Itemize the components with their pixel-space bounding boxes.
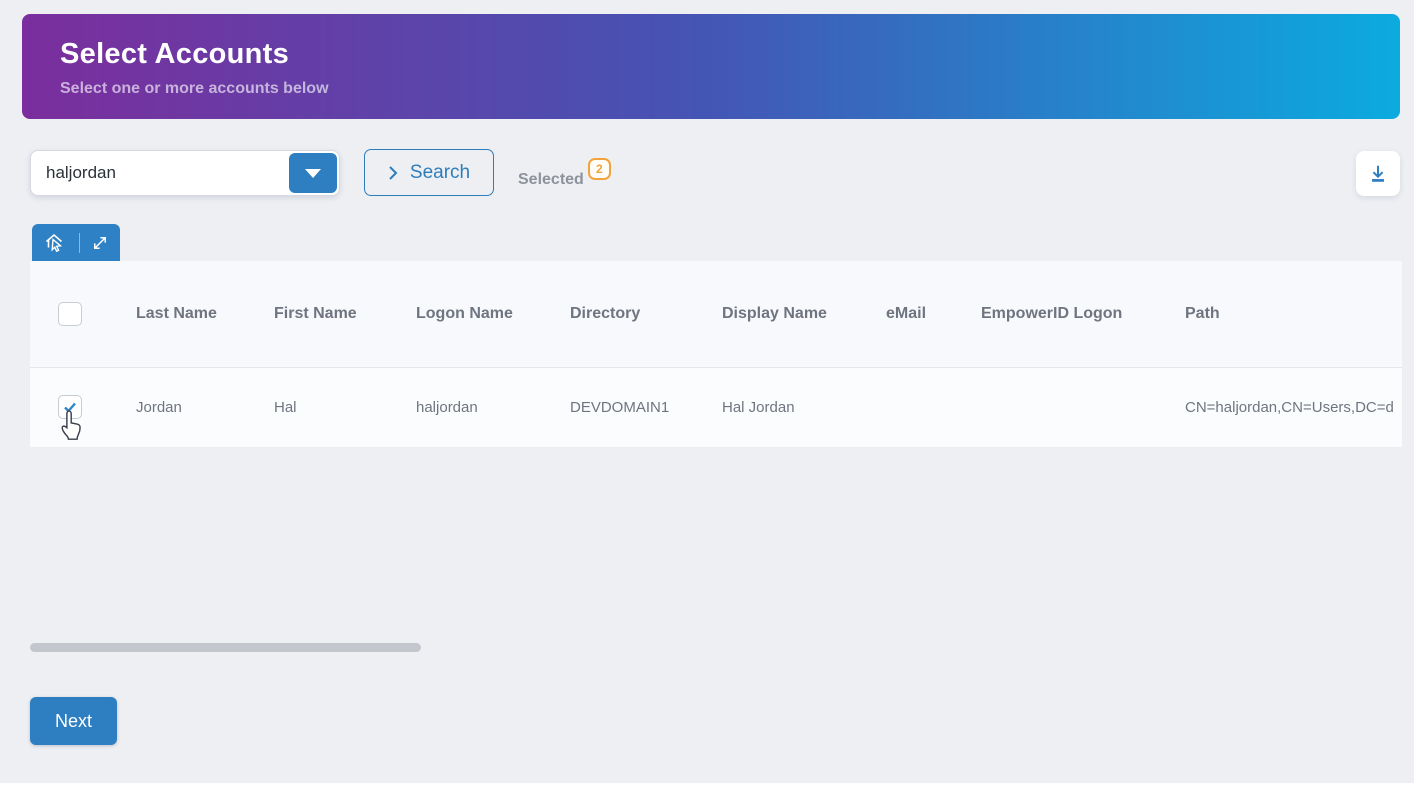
- search-input[interactable]: [31, 151, 289, 195]
- cell-directory: DEVDOMAIN1: [570, 367, 722, 447]
- cell-first-name: Hal: [274, 367, 416, 447]
- search-button-label: Search: [410, 162, 470, 184]
- chevron-right-icon: [388, 165, 398, 181]
- horizontal-scrollbar-thumb[interactable]: [30, 643, 421, 652]
- page-subtitle: Select one or more accounts below: [60, 80, 1400, 98]
- search-button[interactable]: Search: [364, 149, 494, 196]
- grid-toolbar: [32, 224, 120, 261]
- selected-label: Selected: [518, 171, 584, 189]
- column-header-empowerid-logon[interactable]: EmpowerID Logon: [981, 261, 1185, 367]
- page-title: Select Accounts: [60, 38, 1400, 71]
- next-button[interactable]: Next: [30, 697, 117, 745]
- column-header-last-name[interactable]: Last Name: [136, 261, 274, 367]
- page-header-banner: Select Accounts Select one or more accou…: [22, 14, 1400, 119]
- row-checkbox-checked[interactable]: [58, 395, 82, 419]
- column-header-directory[interactable]: Directory: [570, 261, 722, 367]
- search-dropdown-button[interactable]: [289, 153, 337, 193]
- selected-counter: Selected 2: [518, 158, 611, 189]
- expand-icon[interactable]: [91, 234, 109, 252]
- search-combobox: [30, 150, 340, 196]
- checkmark-icon: [62, 399, 78, 415]
- cell-empowerid-logon: [981, 367, 1185, 447]
- toolbar-divider: [79, 233, 80, 253]
- download-button[interactable]: [1356, 151, 1400, 196]
- cell-last-name: Jordan: [136, 367, 274, 447]
- select-pointer-icon[interactable]: [43, 231, 67, 255]
- accounts-table: Last Name First Name Logon Name Director…: [30, 261, 1402, 447]
- column-header-first-name[interactable]: First Name: [274, 261, 416, 367]
- bottom-strip: [0, 783, 1414, 793]
- selected-count-badge: 2: [588, 158, 611, 180]
- column-header-email[interactable]: eMail: [886, 261, 981, 367]
- download-icon: [1367, 163, 1389, 185]
- table-header-row: Last Name First Name Logon Name Director…: [30, 261, 1402, 367]
- column-header-path[interactable]: Path: [1185, 261, 1402, 367]
- column-header-logon-name[interactable]: Logon Name: [416, 261, 570, 367]
- cell-email: [886, 367, 981, 447]
- select-all-checkbox[interactable]: [58, 302, 82, 326]
- cell-logon-name: haljordan: [416, 367, 570, 447]
- table-row[interactable]: Jordan Hal haljordan DEVDOMAIN1 Hal Jord…: [30, 367, 1402, 447]
- column-header-display-name[interactable]: Display Name: [722, 261, 886, 367]
- chevron-down-icon: [305, 169, 321, 178]
- cell-path: CN=haljordan,CN=Users,DC=d: [1185, 367, 1402, 447]
- cell-display-name: Hal Jordan: [722, 367, 886, 447]
